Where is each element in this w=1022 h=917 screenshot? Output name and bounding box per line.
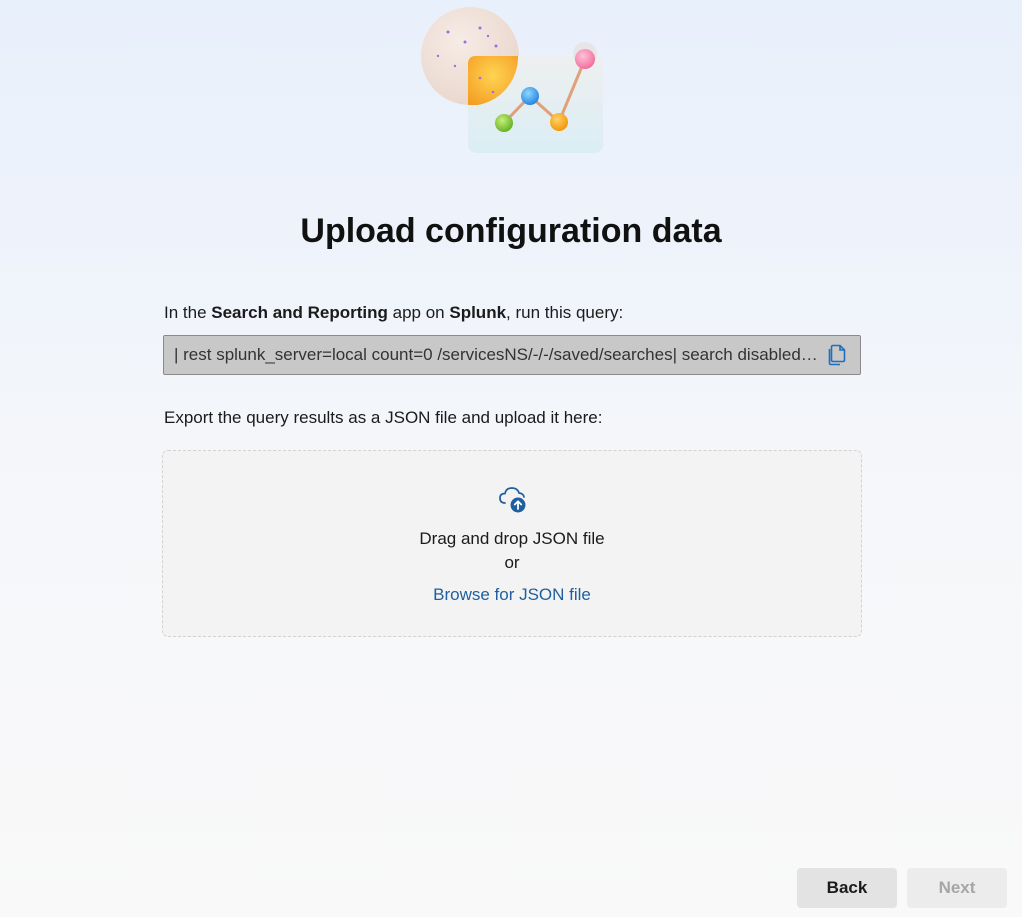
instruction-middle: app on (387, 303, 450, 322)
product-name: Splunk (449, 303, 507, 322)
cloud-upload-icon (499, 487, 526, 513)
export-instruction: Export the query results as a JSON file … (164, 408, 603, 427)
copy-button[interactable] (826, 344, 848, 366)
next-button[interactable]: Next (907, 868, 1007, 908)
dropzone-drag-text: Drag and drop JSON file (419, 529, 605, 548)
app-name: Search and Reporting (211, 303, 388, 322)
query-text[interactable]: | rest splunk_server=local count=0 /serv… (174, 345, 826, 365)
dropzone-or-text: or (504, 553, 520, 572)
page-title: Upload configuration data (300, 212, 722, 250)
copy-icon (828, 344, 846, 366)
instruction-suffix: , run this query: (506, 303, 624, 322)
instruction-prefix: In the (164, 303, 212, 322)
instruction-text: In the Search and Reporting app on Splun… (164, 303, 623, 323)
query-box: | rest splunk_server=local count=0 /serv… (163, 335, 861, 375)
back-button[interactable]: Back (797, 868, 897, 908)
hero-illustration (418, 6, 608, 158)
browse-json-link[interactable]: Browse for JSON file (163, 585, 861, 605)
file-dropzone[interactable]: Drag and drop JSON file or Browse for JS… (162, 450, 862, 637)
